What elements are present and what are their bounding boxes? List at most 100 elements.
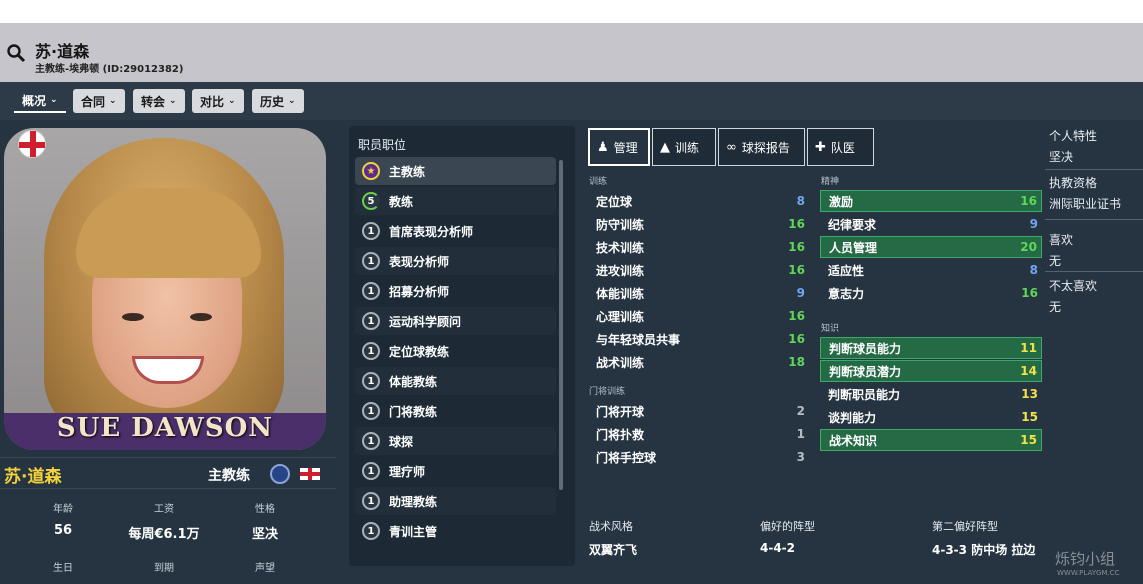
list-item[interactable]: 1 球探 (355, 427, 556, 455)
tactic-key: 战术风格 (589, 520, 633, 533)
tactic-key: 第二偏好阵型 (932, 520, 998, 533)
side-info-dislikes: 不太喜欢无 (1049, 277, 1097, 315)
stat-wage: 工资 每周€6.1万 (109, 500, 219, 542)
tab-bar: 概况 ⌄ 合同 ⌄ 转会 ⌄ 对比 ⌄ 历史 ⌄ (0, 82, 1143, 120)
watermark-text: 烁钧小组 (1055, 550, 1116, 568)
list-item[interactable]: 1 招募分析师 (355, 277, 556, 305)
watermark-url: WWW.PLAYGM.CC (1057, 569, 1120, 577)
tab-label: 历史 (260, 94, 285, 109)
list-item[interactable]: ★ 主教练 (355, 157, 556, 185)
attribute-row: 门将手控球 3 (588, 446, 809, 468)
stat-key: 性格 (255, 504, 275, 515)
tab-medical[interactable]: ✚ 队医 (807, 128, 874, 166)
attribute-name: 谈判能力 (828, 410, 877, 425)
attribute-value: 1 (796, 427, 805, 441)
attribute-name: 判断球员潜力 (829, 364, 902, 379)
attribute-value: 16 (788, 217, 805, 231)
list-item-label: 体能教练 (389, 374, 438, 389)
attribute-row: 门将开球 2 (588, 400, 809, 422)
attribute-name: 适应性 (828, 263, 865, 278)
tab-label: 球探报告 (741, 140, 790, 155)
list-item[interactable]: 1 定位球教练 (355, 337, 556, 365)
attribute-name: 心理训练 (596, 309, 645, 324)
attribute-name: 门将手控球 (596, 450, 657, 465)
info-key: 不太喜欢 (1049, 279, 1098, 293)
tab-history[interactable]: 历史 ⌄ (252, 89, 304, 113)
attribute-name: 战术知识 (829, 433, 878, 448)
attribute-value: 8 (1029, 263, 1038, 277)
club-crest-icon[interactable] (270, 464, 290, 484)
list-item[interactable]: 1 首席表现分析师 (355, 217, 556, 245)
attribute-row: 判断球员能力 11 (820, 337, 1042, 359)
stat-personality: 性格 坚决 (210, 500, 320, 542)
attribute-value: 3 (796, 450, 805, 464)
attribute-row: 技术训练 16 (588, 236, 809, 258)
medkit-icon: ✚ (815, 139, 826, 155)
watermark-logo: 烁钧小组 WWW.PLAYGM.CC (1015, 548, 1119, 577)
section-title-knowledge: 知识 (821, 324, 840, 334)
tab-overview[interactable]: 概况 ⌄ (14, 89, 66, 113)
badge-icon: 1 (362, 492, 380, 510)
stat-reputation: 声望 (210, 559, 320, 574)
attribute-value: 15 (1020, 433, 1037, 447)
list-item[interactable]: 5 教练 (355, 187, 556, 215)
attribute-row: 判断球员潜力 14 (820, 360, 1042, 382)
attribute-name: 判断球员能力 (829, 341, 902, 356)
section-title-mental: 精神 (821, 177, 840, 187)
tab-label: 概况 (22, 93, 47, 108)
search-icon[interactable] (6, 43, 26, 63)
stat-value: 坚决 (251, 527, 278, 542)
portrait-caption: SUE DAWSON (56, 413, 274, 443)
badge-icon: 1 (362, 462, 380, 480)
list-item-label: 教练 (389, 194, 414, 209)
badge-icon: 1 (362, 432, 380, 450)
staff-position-list: 职员职位 ★ 主教练 5 教练 1 首席表现分析师 1 表现分析师 1 招募分析师 1 运动… (349, 126, 575, 566)
attribute-row: 体能训练 9 (588, 282, 809, 304)
section-title-training: 训练 (589, 177, 608, 187)
binoculars-icon: ∞ (726, 139, 737, 155)
list-item[interactable]: 1 理疗师 (355, 457, 556, 485)
attribute-value: 8 (796, 194, 805, 208)
staff-list-heading: 职员职位 (358, 138, 407, 152)
tactic-formation: 偏好的阵型 4-4-2 (760, 518, 815, 555)
attribute-row: 定位球 8 (588, 190, 809, 212)
stat-expires: 到期 (109, 559, 219, 574)
attribute-name: 进攻训练 (596, 263, 645, 278)
list-item-label: 球探 (389, 434, 414, 449)
tab-label: 训练 (675, 140, 700, 155)
attribute-value: 9 (796, 286, 805, 300)
attribute-value: 15 (1021, 410, 1038, 424)
tab-label: 对比 (200, 94, 225, 109)
tab-transfer[interactable]: 转会 ⌄ (133, 89, 185, 113)
attribute-name: 体能训练 (596, 286, 645, 301)
list-item[interactable]: 1 表现分析师 (355, 247, 556, 275)
divider (1045, 219, 1143, 220)
attribute-value: 9 (1029, 217, 1038, 231)
list-item[interactable]: 1 运动科学顾问 (355, 307, 556, 335)
badge-icon: 5 (362, 192, 380, 210)
list-item[interactable]: 1 青训主管 (355, 517, 556, 545)
tab-contract[interactable]: 合同 ⌄ (73, 89, 125, 113)
tab-management[interactable]: ♟ 管理 (588, 128, 650, 166)
list-item[interactable]: 1 体能教练 (355, 367, 556, 395)
page-title: 苏·道森 (35, 42, 90, 61)
attribute-row: 防守训练 16 (588, 213, 809, 235)
staff-list-scrollbar[interactable] (559, 160, 563, 490)
badge-icon: 1 (362, 402, 380, 420)
attribute-value: 16 (1020, 194, 1037, 208)
list-item[interactable]: 1 助理教练 (355, 487, 556, 515)
stat-key: 声望 (255, 563, 275, 574)
attribute-name: 战术训练 (596, 355, 645, 370)
tab-compare[interactable]: 对比 ⌄ (192, 89, 244, 113)
tab-training[interactable]: ▲ 训练 (652, 128, 716, 166)
attribute-value: 14 (1020, 364, 1037, 378)
chevron-down-icon: ⌄ (109, 96, 117, 106)
list-item-label: 首席表现分析师 (389, 224, 474, 239)
tactic-value: 双翼齐飞 (589, 543, 638, 557)
list-item-label: 招募分析师 (389, 284, 450, 299)
list-item[interactable]: 1 门将教练 (355, 397, 556, 425)
chevron-down-icon: ⌄ (228, 96, 236, 106)
attribute-row: 人员管理 20 (820, 236, 1042, 258)
tab-scout-report[interactable]: ∞ 球探报告 (718, 128, 805, 166)
attribute-row: 意志力 16 (820, 282, 1042, 304)
